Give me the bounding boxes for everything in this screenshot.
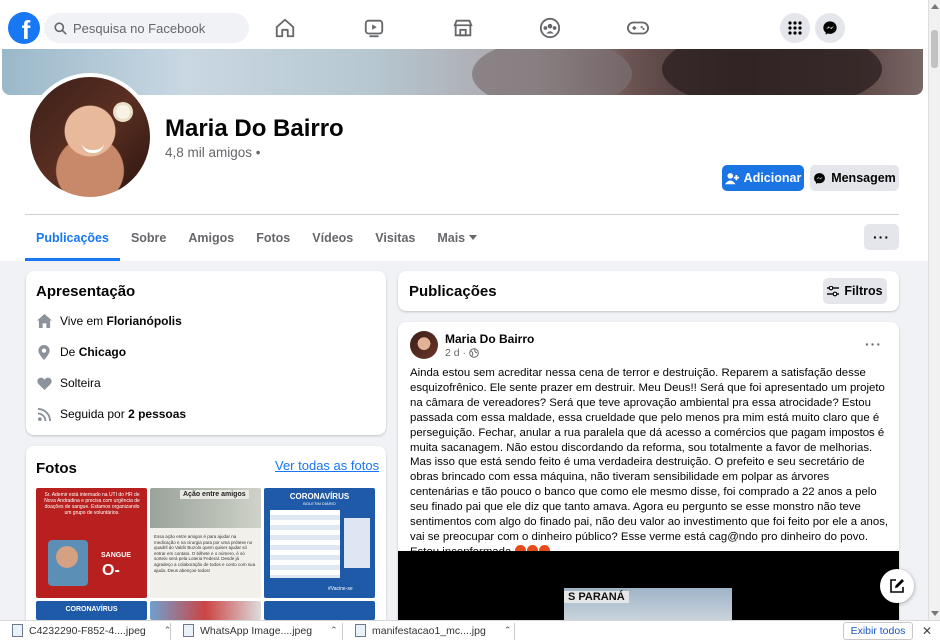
show-all-downloads-button[interactable]: Exibir todos	[843, 622, 913, 640]
messenger-icon[interactable]	[815, 13, 845, 43]
home-icon[interactable]	[271, 14, 299, 42]
post-options-icon[interactable]: ···	[865, 336, 882, 352]
globe-icon	[469, 348, 479, 358]
top-navigation-bar: f	[0, 0, 928, 56]
location-pin-icon	[36, 344, 52, 360]
tab-amigos[interactable]: Amigos	[177, 215, 245, 261]
tab-sobre[interactable]: Sobre	[120, 215, 177, 261]
image-file-icon	[12, 624, 23, 637]
home-icon	[36, 313, 52, 329]
search-icon	[54, 21, 67, 35]
intro-followed-by: Seguida por 2 pessoas	[36, 406, 186, 422]
add-person-icon	[724, 172, 739, 184]
post-author-name[interactable]: Maria Do Bairro	[445, 332, 534, 346]
post-text: Ainda estou sem acreditar nessa cena de …	[410, 366, 890, 560]
filters-button[interactable]: Filtros	[823, 278, 887, 304]
rss-follow-icon	[36, 406, 52, 422]
groups-icon[interactable]	[536, 14, 564, 42]
intro-from: De Chicago	[36, 344, 126, 360]
tab-mais[interactable]: Mais	[426, 215, 487, 261]
download-item[interactable]: WhatsApp Image....jpeg ⌃	[183, 624, 338, 637]
photo-thumbnail[interactable]	[150, 601, 261, 620]
profile-avatar[interactable]	[26, 73, 154, 201]
profile-header: Maria Do Bairro 4,8 mil amigos • Adicion…	[0, 49, 928, 261]
watch-video-icon[interactable]	[360, 14, 388, 42]
post-video[interactable]: S PARANÁ	[398, 551, 899, 620]
page-scrollbar[interactable]	[928, 0, 940, 620]
search-box[interactable]	[44, 13, 249, 43]
photos-title: Fotos	[36, 460, 77, 477]
profile-name: Maria Do Bairro	[165, 115, 344, 142]
chevron-up-icon[interactable]: ⌃	[504, 625, 512, 636]
intro-relationship: Solteira	[36, 375, 101, 391]
photo-thumbnail[interactable]: Sr. Ademir está internado na UTI do HR d…	[36, 488, 147, 598]
marketplace-icon[interactable]	[449, 14, 477, 42]
add-friend-button[interactable]: Adicionar	[722, 165, 804, 191]
more-options-button[interactable]: ···	[864, 224, 899, 250]
caret-down-icon	[468, 235, 477, 240]
chevron-up-icon[interactable]: ⌃	[330, 625, 338, 636]
profile-tabs: Publicações Sobre Amigos Fotos Vídeos Vi…	[25, 215, 488, 261]
close-icon[interactable]: ✕	[922, 624, 932, 638]
image-file-icon	[355, 624, 366, 637]
message-button[interactable]: Mensagem	[810, 165, 899, 191]
compose-edit-icon	[890, 579, 904, 593]
messenger-icon	[814, 172, 826, 184]
image-file-icon	[183, 624, 194, 637]
photo-thumbnail[interactable]	[264, 601, 375, 620]
photo-thumbnail[interactable]: Ação entre amigos Essa ação entre amigos…	[150, 488, 261, 598]
cover-photo[interactable]	[2, 49, 923, 95]
download-bar: C4232290-F852-4....jpeg ⌃ WhatsApp Image…	[0, 620, 940, 641]
tab-videos[interactable]: Vídeos	[301, 215, 364, 261]
tab-visitas[interactable]: Visitas	[364, 215, 426, 261]
photos-card: Fotos Ver todas as fotos Sr. Ademir está…	[26, 446, 386, 620]
tab-publicacoes[interactable]: Publicações	[25, 215, 120, 261]
posts-header-card: Publicações Filtros	[398, 271, 899, 311]
tab-fotos[interactable]: Fotos	[245, 215, 301, 261]
see-all-photos-link[interactable]: Ver todas as fotos	[275, 458, 379, 473]
post-card: Maria Do Bairro 2 d · ··· Ainda estou se…	[398, 322, 899, 620]
gaming-icon[interactable]	[624, 14, 652, 42]
new-message-button[interactable]	[880, 569, 914, 603]
menu-grid-icon[interactable]	[780, 13, 810, 43]
post-author-avatar[interactable]	[410, 331, 438, 359]
intro-lives-in: Vive em Florianópolis	[36, 313, 182, 329]
intro-card: Apresentação Vive em Florianópolis De Ch…	[26, 271, 386, 435]
posts-title: Publicações	[409, 283, 497, 300]
download-item[interactable]: manifestacao1_mc....jpg ⌃	[355, 624, 511, 637]
search-input[interactable]	[73, 20, 233, 36]
photo-thumbnail[interactable]: CORONAVÍRUS	[36, 601, 147, 620]
facebook-logo-icon[interactable]: f	[8, 12, 40, 44]
download-item[interactable]: C4232290-F852-4....jpeg ⌃	[12, 624, 171, 637]
photo-thumbnail[interactable]: CORONAVÍRUS BOLETIM DIÁRIO #Vacine-se	[264, 488, 375, 598]
intro-title: Apresentação	[36, 283, 136, 300]
filter-sliders-icon	[827, 285, 840, 296]
post-timestamp[interactable]: 2 d ·	[445, 347, 479, 359]
friends-count[interactable]: 4,8 mil amigos •	[165, 145, 261, 160]
heart-icon	[36, 375, 52, 391]
